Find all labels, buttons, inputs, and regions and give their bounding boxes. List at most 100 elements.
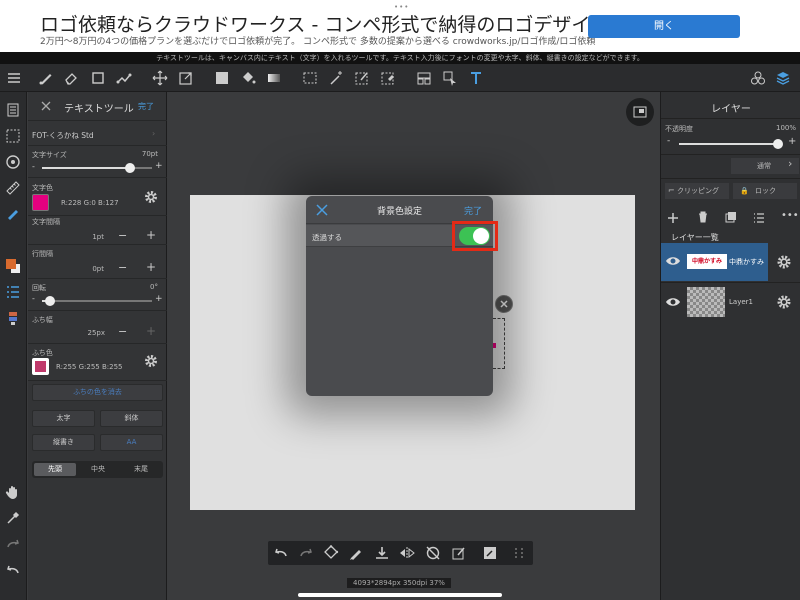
minus-icon[interactable]: - bbox=[667, 136, 670, 146]
text-tool-icon[interactable] bbox=[468, 70, 484, 86]
font-name[interactable]: FOT-くろかね Std bbox=[32, 130, 94, 141]
size-slider[interactable] bbox=[42, 163, 152, 173]
eye-icon[interactable] bbox=[665, 255, 681, 267]
lock-icon: 🔒 bbox=[740, 187, 749, 195]
minus-icon[interactable]: - bbox=[32, 162, 35, 171]
move-icon[interactable] bbox=[152, 70, 168, 86]
bucket-icon[interactable] bbox=[240, 70, 256, 86]
edit-icon[interactable] bbox=[482, 545, 498, 561]
transform-icon[interactable] bbox=[178, 70, 194, 86]
border-color-value: R:255 G:255 B:255 bbox=[56, 363, 123, 371]
frame-divide-icon[interactable] bbox=[416, 70, 432, 86]
flip-icon[interactable] bbox=[399, 545, 415, 561]
shape-icon[interactable] bbox=[90, 70, 106, 86]
navigator-button[interactable] bbox=[626, 98, 654, 126]
fill-color-icon[interactable] bbox=[214, 70, 230, 86]
ad-open-button[interactable]: 開く bbox=[588, 15, 740, 38]
eyedropper-icon[interactable] bbox=[5, 510, 21, 526]
clear-icon[interactable] bbox=[451, 545, 467, 561]
trash-icon[interactable] bbox=[697, 211, 709, 223]
ad-title[interactable]: ロゴ依頼ならクラウドワークス - コンペ形式で納得のロゴデザイン bbox=[40, 10, 609, 37]
eye-icon[interactable] bbox=[665, 296, 681, 308]
layer-row[interactable]: Layer1 bbox=[661, 283, 768, 321]
antialias-button[interactable]: AA bbox=[100, 434, 163, 451]
transform-selection-icon[interactable] bbox=[323, 545, 339, 561]
grid-dots-icon[interactable] bbox=[511, 545, 527, 561]
operation-icon[interactable] bbox=[442, 70, 458, 86]
layer-list-icon[interactable] bbox=[5, 284, 21, 300]
redo-icon[interactable] bbox=[5, 536, 21, 552]
color-swatch-icon[interactable] bbox=[5, 258, 21, 274]
remove-border-color-button[interactable]: ふちの色を消去 bbox=[32, 384, 163, 401]
chevron-right-icon[interactable]: › bbox=[788, 157, 792, 170]
materials-icon[interactable] bbox=[750, 70, 766, 86]
close-icon[interactable] bbox=[40, 100, 52, 112]
home-indicator[interactable] bbox=[298, 593, 502, 597]
pen-settings-icon[interactable] bbox=[5, 205, 21, 221]
lock-button[interactable]: 🔒 ロック bbox=[733, 183, 797, 199]
slider-knob[interactable] bbox=[773, 139, 783, 149]
minus-icon[interactable]: - bbox=[32, 294, 35, 303]
layer-row[interactable]: 中鼎かすみ 中鼎かすみ bbox=[661, 243, 768, 281]
rotate-slider[interactable] bbox=[42, 296, 152, 306]
undo-icon[interactable] bbox=[5, 562, 21, 578]
gear-icon[interactable] bbox=[776, 254, 792, 270]
ruler-icon[interactable] bbox=[5, 180, 21, 196]
opacity-slider[interactable] bbox=[679, 139, 783, 149]
italic-button[interactable]: 斜体 bbox=[100, 410, 163, 427]
plus-icon[interactable]: + bbox=[155, 161, 163, 171]
text-color-swatch[interactable] bbox=[32, 194, 49, 211]
vertical-text-button[interactable]: 縦書き bbox=[32, 434, 95, 451]
text-tool-panel: テキストツール 完了 FOT-くろかね Std › 文字サイズ 70pt - +… bbox=[28, 92, 167, 600]
add-layer-icon[interactable] bbox=[667, 212, 679, 224]
line-tool-icon[interactable] bbox=[116, 70, 132, 86]
layers-icon[interactable] bbox=[775, 70, 791, 86]
slider-knob[interactable] bbox=[125, 163, 135, 173]
snap-icon[interactable] bbox=[5, 154, 21, 170]
clipping-button[interactable]: ⌐ クリッピング bbox=[665, 183, 729, 199]
pages-icon[interactable] bbox=[5, 102, 21, 118]
selection-eraser-icon[interactable] bbox=[380, 70, 396, 86]
selection-pen-icon[interactable] bbox=[354, 70, 370, 86]
duplicate-layer-icon[interactable] bbox=[725, 211, 737, 223]
chevron-right-icon[interactable]: › bbox=[152, 129, 155, 138]
rotate-lock-icon[interactable] bbox=[425, 545, 441, 561]
minus-icon[interactable]: − bbox=[118, 229, 127, 242]
layer-name: 中鼎かすみ bbox=[729, 258, 764, 266]
panel-done-button[interactable]: 完了 bbox=[138, 101, 154, 112]
redo-icon[interactable] bbox=[298, 545, 314, 561]
magic-wand-icon[interactable] bbox=[328, 70, 344, 86]
minus-icon[interactable]: − bbox=[118, 261, 127, 274]
gear-icon[interactable] bbox=[144, 190, 158, 204]
gear-icon[interactable] bbox=[776, 294, 792, 310]
bold-button[interactable]: 太字 bbox=[32, 410, 95, 427]
import-icon[interactable] bbox=[374, 545, 390, 561]
plus-icon[interactable]: + bbox=[146, 228, 156, 242]
selection-layer-icon[interactable] bbox=[5, 128, 21, 144]
plus-icon[interactable]: + bbox=[146, 260, 156, 274]
pen-icon[interactable] bbox=[348, 545, 364, 561]
close-text-box-button[interactable] bbox=[495, 295, 513, 313]
hand-icon[interactable] bbox=[5, 484, 21, 500]
align-center-button[interactable]: 中央 bbox=[77, 463, 119, 476]
gradient-icon[interactable] bbox=[266, 70, 282, 86]
ad-banner[interactable]: ••• ロゴ依頼ならクラウドワークス - コンペ形式で納得のロゴデザイン 2万円… bbox=[0, 0, 800, 52]
border-color-swatch[interactable] bbox=[32, 358, 49, 375]
selection-icon[interactable] bbox=[302, 70, 318, 86]
gear-icon[interactable] bbox=[144, 354, 158, 368]
slider-knob[interactable] bbox=[45, 296, 55, 306]
minus-icon[interactable]: − bbox=[118, 325, 127, 338]
dialog-done-button[interactable]: 完了 bbox=[464, 204, 482, 217]
align-start-button[interactable]: 先頭 bbox=[34, 463, 76, 476]
plus-icon[interactable]: + bbox=[146, 324, 156, 338]
undo-icon[interactable] bbox=[273, 545, 289, 561]
brush-settings-icon[interactable] bbox=[5, 310, 21, 326]
list-icon[interactable] bbox=[753, 212, 765, 224]
menu-icon[interactable] bbox=[6, 70, 22, 86]
eraser-icon[interactable] bbox=[63, 70, 79, 86]
align-end-button[interactable]: 末尾 bbox=[120, 463, 162, 476]
brush-icon[interactable] bbox=[38, 70, 54, 86]
more-icon[interactable]: ••• bbox=[781, 210, 799, 221]
plus-icon[interactable]: + bbox=[155, 294, 163, 304]
plus-icon[interactable]: + bbox=[788, 136, 796, 147]
